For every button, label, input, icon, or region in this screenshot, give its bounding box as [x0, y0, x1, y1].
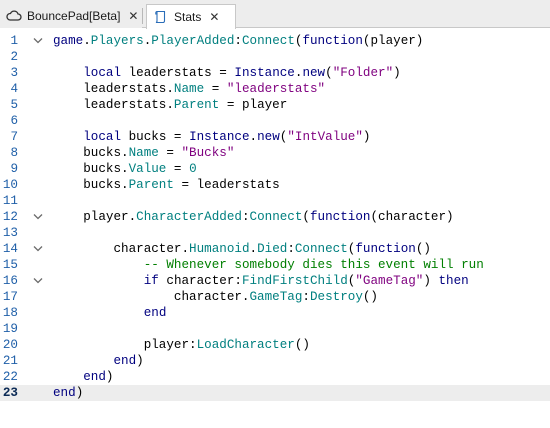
line-number: 6 — [10, 114, 18, 128]
fold-chevron-icon[interactable] — [33, 245, 43, 253]
code-text: local leaderstats = Instance.new("Folder… — [83, 66, 401, 80]
tab-bar: BouncePad[Beta] ✕ Stats ✕ — [0, 0, 550, 29]
code-line[interactable]: 9 bucks.Value = 0 — [0, 161, 550, 177]
code-text: end) — [53, 386, 84, 400]
script-icon — [153, 10, 169, 24]
line-number: 19 — [2, 322, 18, 336]
close-icon[interactable]: ✕ — [128, 9, 138, 23]
code-line[interactable]: 16 if character:FindFirstChild("GameTag"… — [0, 273, 550, 289]
line-number: 22 — [2, 370, 18, 384]
code-line[interactable]: 4 leaderstats.Name = "leaderstats" — [0, 81, 550, 97]
line-number: 5 — [10, 98, 18, 112]
code-line[interactable]: 20 player:LoadCharacter() — [0, 337, 550, 353]
cloud-icon — [6, 9, 22, 23]
code-text: leaderstats.Name = "leaderstats" — [53, 82, 326, 96]
code-line[interactable]: 21 end) — [0, 353, 550, 369]
line-number: 14 — [2, 242, 18, 256]
line-number: 3 — [10, 66, 18, 80]
code-line[interactable]: 15 -- Whenever somebody dies this event … — [0, 257, 550, 273]
code-line[interactable]: 11 — [0, 193, 550, 209]
code-line[interactable]: 19 — [0, 321, 550, 337]
line-number: 4 — [10, 82, 18, 96]
code-line[interactable]: 14 character.Humanoid.Died:Connect(funct… — [0, 241, 550, 257]
code-line[interactable]: 7 local bucks = Instance.new("IntValue") — [0, 129, 550, 145]
code-text: character.Humanoid.Died:Connect(function… — [53, 242, 431, 256]
code-text: player.CharacterAdded:Connect(function(c… — [53, 210, 454, 224]
code-text: -- Whenever somebody dies this event wil… — [143, 258, 484, 272]
line-number: 12 — [2, 210, 18, 224]
line-number: 8 — [10, 146, 18, 160]
line-number: 17 — [2, 290, 18, 304]
code-line[interactable]: 1 game.Players.PlayerAdded:Connect(functi… — [0, 33, 550, 49]
line-number: 1 — [10, 34, 18, 48]
code-line[interactable]: 18 end — [0, 305, 550, 321]
line-number: 10 — [2, 178, 18, 192]
code-text: leaderstats.Parent = player — [53, 98, 288, 112]
line-number: 18 — [2, 306, 18, 320]
fold-chevron-icon[interactable] — [33, 213, 43, 221]
code-line[interactable]: 22 end) — [0, 369, 550, 385]
code-text: end — [143, 306, 167, 320]
tab-label: BouncePad[Beta] — [27, 9, 121, 23]
code-text: game.Players.PlayerAdded:Connect(functio… — [53, 34, 424, 48]
code-text: bucks.Name = "Bucks" — [53, 146, 235, 160]
line-number: 20 — [2, 338, 18, 352]
fold-chevron-icon[interactable] — [33, 37, 43, 45]
code-text: bucks.Parent = leaderstats — [53, 178, 280, 192]
code-text: player:LoadCharacter() — [53, 338, 310, 352]
close-icon[interactable]: ✕ — [209, 10, 219, 24]
code-editor[interactable]: 1 game.Players.PlayerAdded:Connect(functi… — [0, 29, 550, 428]
line-number: 11 — [2, 194, 18, 208]
code-text: end) — [113, 354, 144, 368]
line-number: 13 — [2, 226, 18, 240]
tab-separator — [142, 8, 143, 24]
line-number: 9 — [10, 162, 18, 176]
code-text: character.GameTag:Destroy() — [53, 290, 378, 304]
code-line[interactable]: 13 — [0, 225, 550, 241]
code-line[interactable]: 5 leaderstats.Parent = player — [0, 97, 550, 113]
code-text: local bucks = Instance.new("IntValue") — [83, 130, 371, 144]
line-number: 7 — [10, 130, 18, 144]
code-line[interactable]: 17 character.GameTag:Destroy() — [0, 289, 550, 305]
line-number: 15 — [2, 258, 18, 272]
code-line[interactable]: 6 — [0, 113, 550, 129]
code-text: if character:FindFirstChild("GameTag") t… — [143, 274, 469, 288]
line-number: 16 — [2, 274, 18, 288]
tab-bouncepad[interactable]: BouncePad[Beta] ✕ — [0, 4, 142, 28]
code-line[interactable]: 2 — [0, 49, 550, 65]
code-line[interactable]: 10 bucks.Parent = leaderstats — [0, 177, 550, 193]
line-number: 21 — [2, 354, 18, 368]
code-line[interactable]: 3 local leaderstats = Instance.new("Fold… — [0, 65, 550, 81]
code-line[interactable]: 23 end) — [0, 385, 550, 401]
fold-chevron-icon[interactable] — [33, 277, 43, 285]
code-line[interactable]: 8 bucks.Name = "Bucks" — [0, 145, 550, 161]
tab-stats[interactable]: Stats ✕ — [146, 4, 236, 29]
line-number: 23 — [2, 386, 18, 400]
line-number: 2 — [10, 50, 18, 64]
code-text: end) — [83, 370, 114, 384]
tab-label: Stats — [174, 10, 202, 24]
code-text: bucks.Value = 0 — [53, 162, 197, 176]
code-line[interactable]: 12 player.CharacterAdded:Connect(functio… — [0, 209, 550, 225]
